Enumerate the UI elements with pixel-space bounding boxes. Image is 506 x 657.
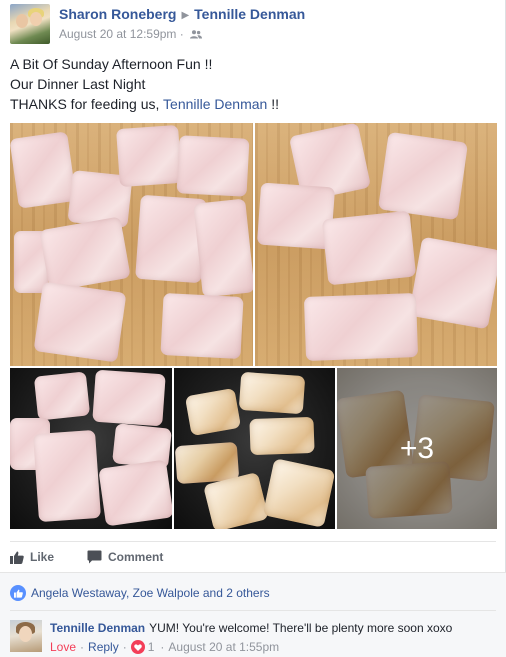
comment-label: Comment (108, 550, 164, 564)
comment-body: Tennille Denman YUM! You're welcome! Ther… (50, 621, 452, 635)
comment-reply-button[interactable]: Reply (88, 640, 119, 654)
photo-1[interactable] (10, 123, 253, 366)
author-name[interactable]: Sharon Roneberg (59, 6, 176, 22)
facebook-post: Sharon Roneberg ▶ Tennille Denman August 2… (0, 0, 506, 657)
comment-reaction-count[interactable]: 1 (148, 640, 155, 654)
comment-text: YUM! You're welcome! There'll be plenty … (149, 621, 453, 635)
comment-author[interactable]: Tennille Denman (50, 621, 145, 635)
like-button[interactable]: Like (10, 550, 54, 564)
commenter-avatar[interactable] (10, 620, 42, 652)
reactions-people-link[interactable]: Angela Westaway, Zoe Walpole and 2 other… (31, 586, 270, 600)
meta-separator: · (179, 27, 184, 41)
reactions-summary: Angela Westaway, Zoe Walpole and 2 other… (0, 572, 506, 610)
heart-icon[interactable] (130, 640, 145, 654)
post-timestamp[interactable]: August 20 at 12:59pm (59, 27, 176, 41)
comment-timestamp[interactable]: August 20 at 1:55pm (168, 640, 279, 654)
photo-4[interactable] (174, 368, 335, 529)
comment-love-button[interactable]: Love (50, 640, 76, 654)
photo-5-more[interactable]: +3 (337, 368, 497, 529)
post-meta: August 20 at 12:59pm · (59, 27, 203, 41)
action-bar: Like Comment (10, 541, 496, 572)
thumbs-up-icon (10, 551, 24, 564)
post-text-line: A Bit Of Sunday Afternoon Fun !! (10, 56, 213, 72)
author-avatar[interactable] (10, 4, 50, 44)
comment-icon (87, 550, 102, 564)
like-reaction-icon[interactable] (10, 585, 26, 601)
more-photos-overlay[interactable]: +3 (337, 368, 497, 529)
target-name[interactable]: Tennille Denman (194, 6, 305, 22)
photo-3[interactable] (10, 368, 172, 529)
post-header-names: Sharon Roneberg ▶ Tennille Denman (59, 6, 305, 22)
like-label: Like (30, 550, 55, 564)
tagged-user-link[interactable]: Tennille Denman (163, 96, 267, 112)
friends-icon[interactable] (190, 30, 203, 39)
divider (10, 610, 496, 611)
comment-button[interactable]: Comment (87, 550, 163, 564)
comment-meta: Love · Reply · 1 · August 20 at 1:55pm (50, 640, 280, 654)
post-text: A Bit Of Sunday Afternoon Fun !! Our Din… (10, 54, 279, 114)
photo-2[interactable] (255, 123, 497, 366)
arrow-right-icon: ▶ (181, 10, 190, 21)
post-text-line: THANKS for feeding us, Tennille Denman !… (10, 96, 280, 112)
comments-section: Tennille Denman YUM! You're welcome! Ther… (0, 610, 506, 657)
post-text-line: Our Dinner Last Night (10, 76, 146, 92)
